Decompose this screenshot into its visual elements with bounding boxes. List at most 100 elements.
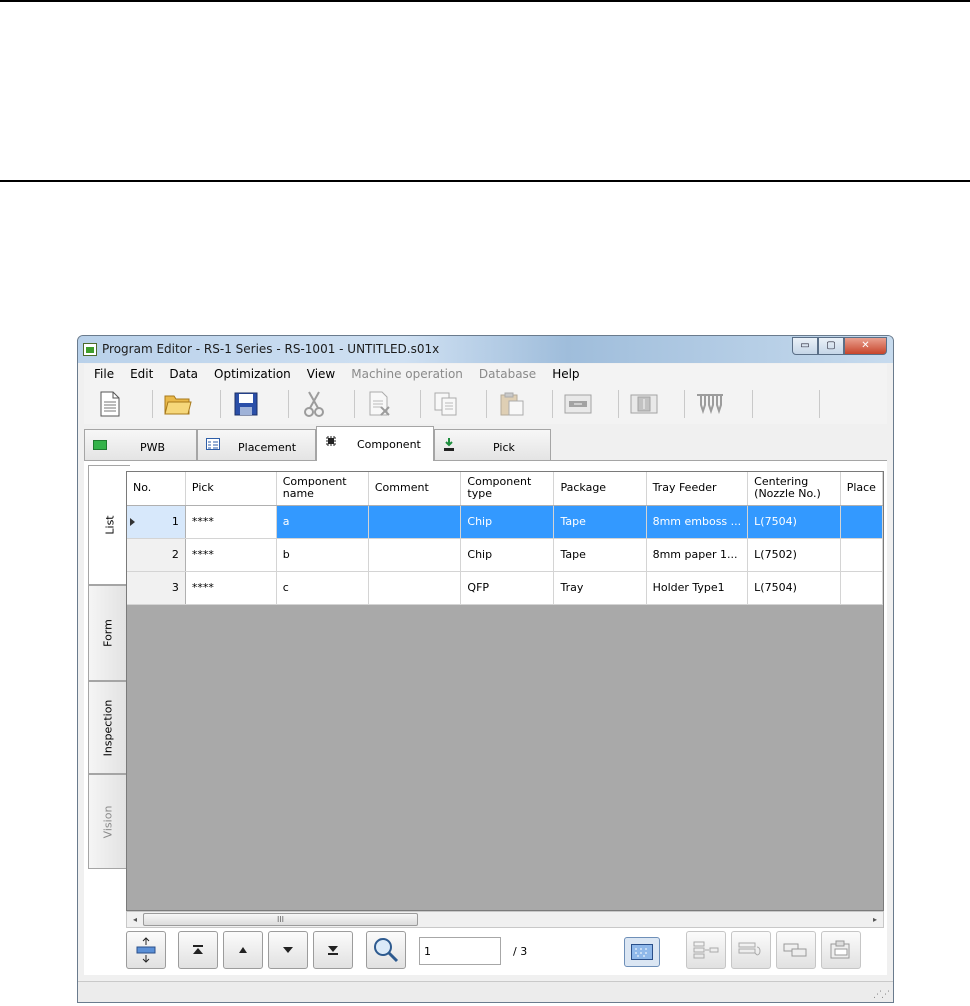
duplicate-row-button[interactable] [776,931,816,969]
cell-comment[interactable] [368,538,462,572]
column-header-centering[interactable]: Centering (Nozzle No.) [747,472,841,506]
cell-place[interactable] [840,571,883,605]
tab-vision[interactable]: Vision [88,774,126,869]
middle-rule [0,180,970,182]
component-grid: No. Pick Component name Comment Componen… [126,471,884,911]
cell-pick[interactable]: **** [185,505,277,539]
cell-centering[interactable]: L(7504) [747,571,841,605]
cell-pick[interactable]: **** [185,571,277,605]
status-bar: ⋰⋰ [78,981,893,1002]
tab-list[interactable]: List [88,465,130,585]
menu-file[interactable]: File [94,364,114,384]
toolbar-separator [618,390,619,418]
paste-row-button[interactable] [821,931,861,969]
cell-component-name[interactable]: c [276,571,369,605]
row-number[interactable]: 1 [127,505,186,539]
menu-edit[interactable]: Edit [130,364,153,384]
column-header-place[interactable]: Place [840,472,883,506]
cut-icon[interactable] [298,388,330,420]
cell-tray-feeder[interactable]: 8mm paper 1... [646,538,749,572]
conveyor-icon[interactable] [562,388,594,420]
tab-pick[interactable]: Pick [434,429,551,460]
tab-placement[interactable]: Placement [197,429,316,460]
cell-tray-feeder[interactable]: Holder Type1 [646,571,749,605]
menu-database[interactable]: Database [479,364,536,384]
menu-machine-operation[interactable]: Machine operation [351,364,463,384]
menu-help[interactable]: Help [552,364,579,384]
cell-place[interactable] [840,505,883,539]
tab-pwb[interactable]: PWB [84,429,197,460]
cell-package[interactable]: Tray [553,571,647,605]
previous-record-button[interactable] [223,931,263,969]
search-button[interactable] [366,931,406,969]
new-file-icon[interactable] [94,388,126,420]
menu-data[interactable]: Data [169,364,198,384]
cell-component-name[interactable]: a [276,505,369,539]
window-title: Program Editor - RS-1 Series - RS-1001 -… [102,342,440,356]
scroll-left-arrow-icon[interactable]: ◂ [127,912,143,927]
tab-component[interactable]: Component [316,426,434,461]
cell-package[interactable]: Tape [553,538,647,572]
nozzle-icon[interactable] [694,388,726,420]
column-header-package[interactable]: Package [553,472,647,506]
minimize-button[interactable]: ▭ [792,337,818,355]
insert-row-button[interactable] [686,931,726,969]
first-record-icon [193,945,203,954]
horizontal-scrollbar[interactable]: ◂ III ▸ [126,911,884,928]
cell-centering[interactable]: L(7504) [747,505,841,539]
grid-view-button[interactable] [624,937,660,967]
cell-package[interactable]: Tape [553,505,647,539]
table-row[interactable]: 2 **** b Chip Tape 8mm paper 1... L(7502… [127,538,883,572]
cell-component-name[interactable]: b [276,538,369,572]
paste-row-icon [830,940,850,959]
cell-component-type[interactable]: QFP [460,571,555,605]
next-record-button[interactable] [268,931,308,969]
column-header-component-name[interactable]: Component name [276,472,369,506]
column-header-pick[interactable]: Pick [185,472,277,506]
column-header-tray-feeder[interactable]: Tray Feeder [646,472,749,506]
cell-place[interactable] [840,538,883,572]
page-number-input[interactable] [419,937,501,965]
row-number[interactable]: 3 [127,571,186,605]
window-controls: ▭ ▢ ✕ [792,337,887,356]
column-header-component-type[interactable]: Component type [460,472,555,506]
scroll-thumb[interactable]: III [143,913,418,926]
column-header-no[interactable]: No. [127,472,186,506]
cell-tray-feeder[interactable]: 8mm emboss ... [646,505,749,539]
close-button[interactable]: ✕ [844,337,887,355]
cell-comment[interactable] [368,505,462,539]
row-number[interactable]: 2 [127,538,186,572]
cell-component-type[interactable]: Chip [460,538,555,572]
column-header-comment[interactable]: Comment [368,472,462,506]
title-bar[interactable]: Program Editor - RS-1 Series - RS-1001 -… [78,336,893,363]
menu-view[interactable]: View [307,364,335,384]
delete-icon[interactable] [364,388,396,420]
move-row-button[interactable] [731,931,771,969]
maximize-button[interactable]: ▢ [818,337,844,355]
cell-pick[interactable]: **** [185,538,277,572]
board-icon[interactable] [628,388,660,420]
toolbar-separator [819,390,820,418]
row-height-button[interactable] [126,931,166,969]
pick-nozzle-icon [443,438,457,451]
previous-record-icon [239,947,247,953]
last-record-button[interactable] [313,931,353,969]
menu-optimization[interactable]: Optimization [214,364,291,384]
paste-icon[interactable] [496,388,528,420]
tab-form[interactable]: Form [88,585,126,681]
table-row[interactable]: 1 **** a Chip Tape 8mm emboss ... L(7504… [127,505,883,539]
cell-centering[interactable]: L(7502) [747,538,841,572]
duplicate-row-icon [783,943,807,957]
table-row[interactable]: 3 **** c QFP Tray Holder Type1 L(7504) [127,571,883,605]
scroll-right-arrow-icon[interactable]: ▸ [867,912,883,927]
open-folder-icon[interactable] [162,388,194,420]
cell-component-type[interactable]: Chip [460,505,555,539]
pwb-icon [93,440,107,450]
copy-icon[interactable] [430,388,462,420]
first-record-button[interactable] [178,931,218,969]
tab-inspection[interactable]: Inspection [88,681,126,774]
cell-comment[interactable] [368,571,462,605]
resize-grip-icon[interactable]: ⋰⋰ [873,990,890,1000]
toolbar-separator [288,390,289,418]
save-icon[interactable] [230,388,262,420]
